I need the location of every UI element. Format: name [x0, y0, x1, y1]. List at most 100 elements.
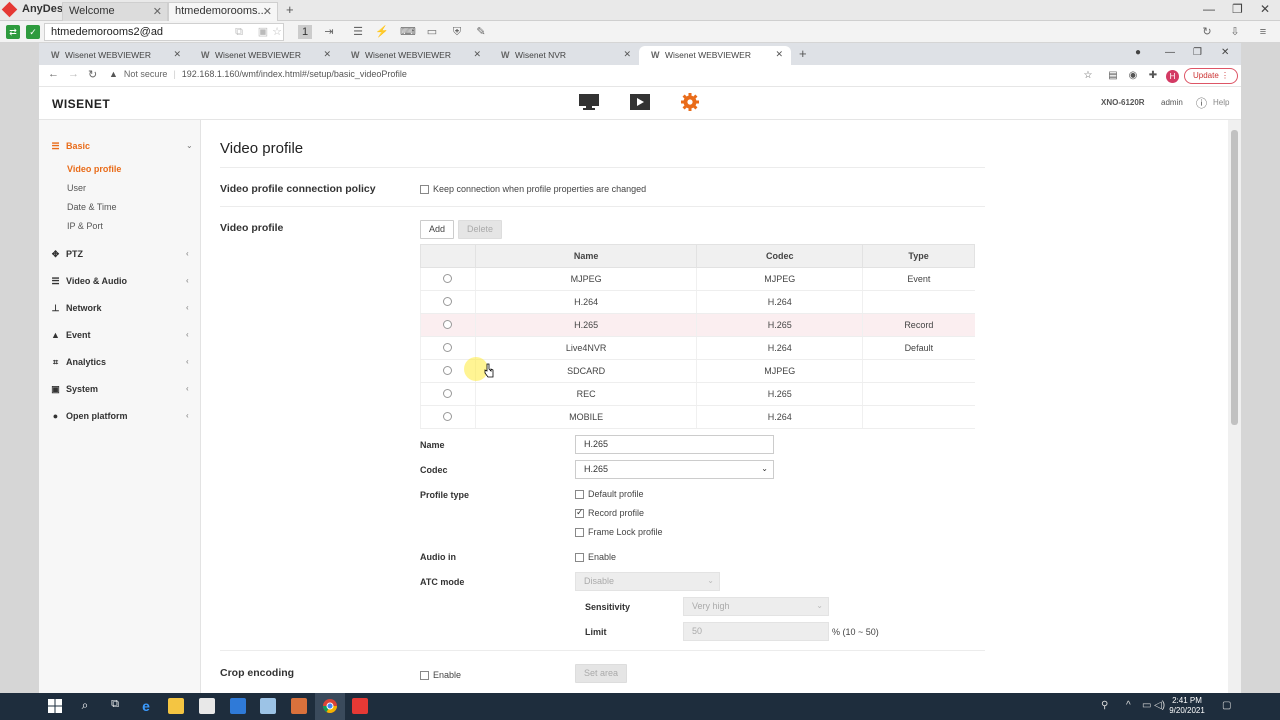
row-radio[interactable]: [443, 411, 453, 421]
close-icon[interactable]: ✕: [775, 49, 783, 60]
checkbox[interactable]: [575, 527, 584, 537]
name-input[interactable]: H.265: [575, 435, 774, 454]
update-button[interactable]: Update ⋮: [1184, 68, 1239, 84]
connection-icon[interactable]: ⇄: [6, 25, 20, 39]
chrome-taskbar-button[interactable]: [315, 693, 345, 720]
chat-icon[interactable]: ☰: [351, 25, 365, 39]
row-radio[interactable]: [443, 388, 453, 398]
delete-button[interactable]: Delete: [458, 220, 503, 239]
minimize-icon[interactable]: —: [1203, 2, 1215, 16]
checkbox[interactable]: [575, 489, 584, 499]
puzzle-icon[interactable]: ✚: [1147, 70, 1159, 82]
frame-lock-profile-checkbox[interactable]: Frame Lock profile: [575, 527, 663, 537]
audio-in-enable-checkbox[interactable]: Enable: [575, 552, 616, 562]
checkbox[interactable]: [420, 670, 429, 680]
table-row[interactable]: REC H.265: [420, 382, 975, 406]
help-icon[interactable]: ⓘ: [1196, 95, 1207, 111]
table-row[interactable]: MOBILE H.264: [420, 405, 975, 429]
close-window-icon[interactable]: ✕: [1221, 47, 1229, 58]
sidebar-item-video-audio[interactable]: ☰ Video & Audio: [51, 276, 127, 286]
checkbox[interactable]: [575, 552, 584, 562]
browser-tab[interactable]: W Wisenet WEBVIEWER ✕: [339, 46, 489, 65]
store-icon[interactable]: [199, 698, 215, 714]
sidebar-sub-video-profile[interactable]: Video profile: [67, 164, 121, 174]
sidebar-item-open-platform[interactable]: ● Open platform: [51, 411, 128, 421]
row-radio[interactable]: [443, 319, 453, 329]
sidebar-item-event[interactable]: ▲ Event: [51, 330, 90, 340]
search-icon[interactable]: ⌕: [77, 698, 93, 714]
sidebar-item-system[interactable]: ▣ System: [51, 384, 98, 394]
forward-icon[interactable]: →: [68, 68, 79, 80]
restore-icon[interactable]: ❐: [1232, 2, 1243, 16]
bookmark-star-icon[interactable]: ☆: [1082, 70, 1094, 82]
record-profile-checkbox[interactable]: Record profile: [575, 507, 644, 518]
tray-chevron-icon[interactable]: ^: [1126, 700, 1131, 711]
task-view-icon[interactable]: ⧉: [107, 698, 123, 714]
sidebar-sub-ip-port[interactable]: IP & Port: [67, 221, 103, 231]
monitor-select-icon[interactable]: 1: [298, 25, 312, 39]
browser-tab[interactable]: W Wisenet WEBVIEWER ✕: [39, 46, 189, 65]
anydesk-tab-session[interactable]: htmedemorooms... ✕: [168, 2, 278, 21]
sidebar-item-analytics[interactable]: ⌗ Analytics: [51, 357, 106, 367]
row-radio[interactable]: [443, 365, 453, 375]
chevron-left-icon[interactable]: ‹: [186, 276, 189, 285]
browser-tab[interactable]: W Wisenet NVR ✕: [489, 46, 639, 65]
row-radio[interactable]: [443, 342, 453, 352]
table-row-selected[interactable]: H.265 H.265 Record: [420, 313, 975, 337]
taskbar-clock[interactable]: 2:41 PM 9/20/2021: [1166, 696, 1208, 716]
windows-start-icon[interactable]: [47, 698, 63, 714]
keep-connection-checkbox[interactable]: Keep connection when profile properties …: [420, 184, 646, 194]
row-radio[interactable]: [443, 296, 453, 306]
sidebar-item-basic[interactable]: ☰ Basic: [51, 141, 90, 151]
keyboard-icon[interactable]: ⌨: [400, 25, 416, 39]
browser-tab[interactable]: W Wisenet WEBVIEWER ✕: [189, 46, 339, 65]
network-icon[interactable]: ▭: [1142, 700, 1151, 711]
star-icon[interactable]: ☆: [270, 25, 284, 39]
restore-icon[interactable]: ❐: [1193, 47, 1202, 58]
scrollbar-thumb[interactable]: [1231, 130, 1238, 425]
extension-icon[interactable]: ▤: [1107, 70, 1119, 82]
sidebar-item-network[interactable]: ⊥ Network: [51, 303, 102, 313]
minimize-icon[interactable]: —: [1165, 47, 1175, 58]
mail-icon[interactable]: [230, 698, 246, 714]
chevron-left-icon[interactable]: ‹: [186, 249, 189, 258]
new-tab-icon[interactable]: +: [799, 46, 807, 61]
edge-icon[interactable]: e: [138, 698, 154, 714]
table-row[interactable]: Live4NVR H.264 Default: [420, 336, 975, 360]
chevron-down-icon[interactable]: ⌄: [186, 141, 193, 150]
draw-icon[interactable]: ✎: [474, 25, 488, 39]
table-row[interactable]: SDCARD MJPEG: [420, 359, 975, 383]
display-icon[interactable]: ▭: [425, 25, 439, 39]
chevron-left-icon[interactable]: ‹: [186, 330, 189, 339]
notifications-icon[interactable]: ▢: [1222, 700, 1231, 711]
sidebar-sub-user[interactable]: User: [67, 183, 86, 193]
chevron-left-icon[interactable]: ‹: [186, 384, 189, 393]
copy-icon[interactable]: ⧉: [232, 25, 246, 39]
close-icon[interactable]: ✕: [153, 5, 162, 18]
close-icon[interactable]: ✕: [173, 49, 181, 60]
address-bar[interactable]: ▲ Not secure | 192.168.1.160/wmf/index.h…: [109, 69, 407, 79]
new-tab-icon[interactable]: +: [286, 2, 294, 17]
close-window-icon[interactable]: ✕: [1260, 2, 1270, 16]
codec-select[interactable]: H.265 ⌄: [575, 460, 774, 479]
menu-icon[interactable]: ≡: [1256, 25, 1270, 39]
chevron-left-icon[interactable]: ‹: [186, 357, 189, 366]
set-area-button[interactable]: Set area: [575, 664, 628, 683]
table-row[interactable]: MJPEG MJPEG Event: [420, 267, 975, 291]
crop-enable-checkbox[interactable]: Enable: [420, 670, 461, 680]
app-icon[interactable]: [260, 698, 276, 714]
url-text[interactable]: 192.168.1.160/wmf/index.html#/setup/basi…: [182, 69, 407, 79]
close-icon[interactable]: ✕: [263, 5, 272, 18]
switch-sides-icon[interactable]: ⇥: [322, 25, 336, 39]
reload-icon[interactable]: ↻: [88, 68, 97, 81]
checkbox[interactable]: [420, 184, 429, 194]
tab-search-icon[interactable]: ●: [1135, 47, 1141, 58]
scrollbar[interactable]: [1228, 120, 1241, 693]
chevron-left-icon[interactable]: ‹: [186, 411, 189, 420]
people-icon[interactable]: ⚲: [1101, 700, 1108, 711]
chevron-left-icon[interactable]: ‹: [186, 303, 189, 312]
volume-icon[interactable]: ◁): [1154, 700, 1165, 711]
close-icon[interactable]: ✕: [323, 49, 331, 60]
playback-icon[interactable]: [629, 93, 651, 111]
anydesk-taskbar-icon[interactable]: [352, 698, 368, 714]
